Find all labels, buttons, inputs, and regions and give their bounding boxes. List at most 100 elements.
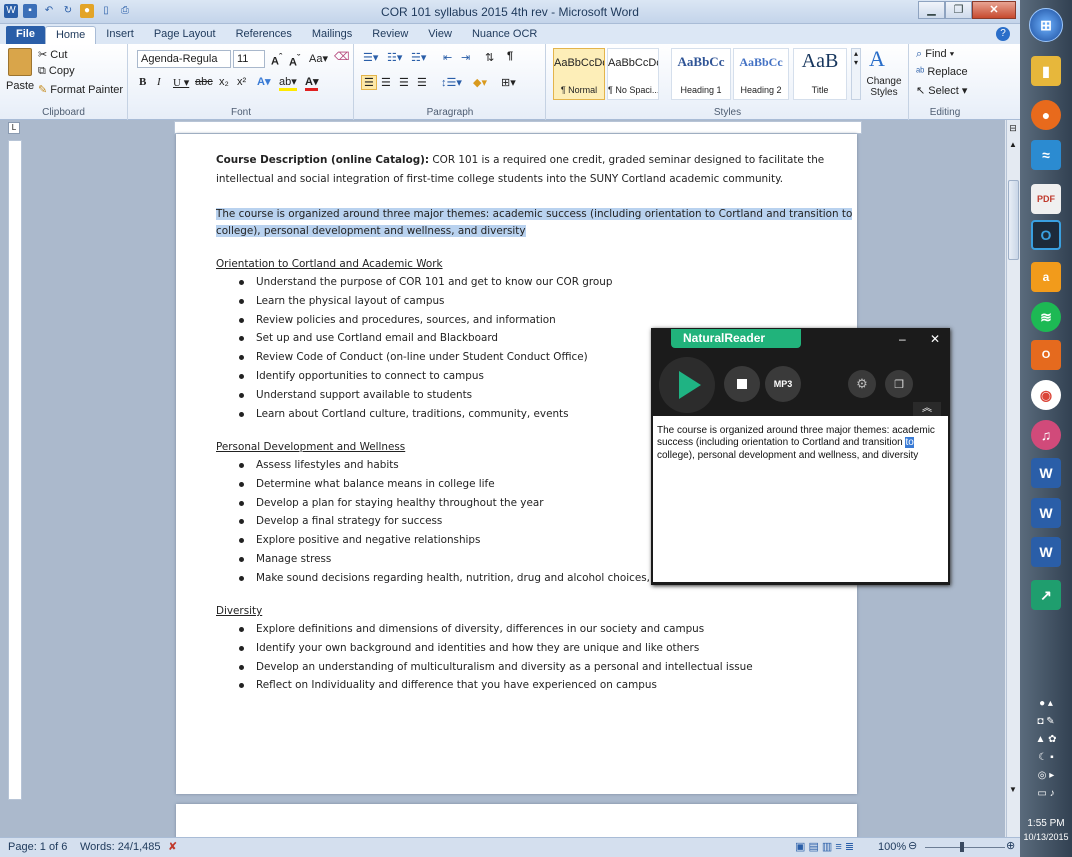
align-left-icon[interactable]: ☰: [361, 75, 377, 90]
subscript-button[interactable]: x₂: [219, 76, 229, 88]
itunes-icon[interactable]: ♫: [1031, 420, 1061, 450]
bullets-icon[interactable]: ☰▾: [363, 51, 378, 64]
numbering-icon[interactable]: ☷▾: [387, 51, 402, 64]
natural-reader-text[interactable]: The course is organized around three maj…: [653, 416, 948, 582]
borders-icon[interactable]: ⊞▾: [501, 76, 516, 89]
change-styles-button[interactable]: Change Styles: [865, 76, 903, 98]
amazon-icon[interactable]: a: [1031, 262, 1061, 292]
tab-file[interactable]: File: [6, 26, 45, 44]
stop-button[interactable]: [724, 366, 760, 402]
zoom-level[interactable]: 100%: [878, 841, 906, 853]
style-title[interactable]: AaB Title: [793, 48, 847, 100]
pdf-icon[interactable]: PDF: [1031, 184, 1061, 214]
highlight-icon[interactable]: ab▾: [279, 75, 297, 91]
clock-date[interactable]: 10/13/2015: [1020, 832, 1072, 842]
zoom-in-icon[interactable]: ⊕: [1006, 839, 1015, 852]
paste-icon[interactable]: [8, 48, 32, 76]
tab-selector-icon[interactable]: L: [8, 122, 20, 134]
minimize-icon[interactable]: –: [899, 332, 906, 346]
horizontal-ruler[interactable]: [174, 121, 862, 134]
style-heading-1[interactable]: AaBbCc Heading 1: [671, 48, 731, 100]
format-painter-button[interactable]: ✎ Format Painter: [38, 83, 123, 96]
page-count[interactable]: Page: 1 of 6: [8, 841, 67, 853]
chrome-icon[interactable]: ◉: [1031, 380, 1061, 410]
cut-button[interactable]: ✂ Cut: [38, 48, 67, 61]
settings-gear-icon[interactable]: ⚙: [848, 370, 876, 398]
tab-references[interactable]: References: [226, 26, 302, 44]
close-button[interactable]: ✕: [972, 1, 1016, 19]
superscript-button[interactable]: x²: [237, 76, 246, 88]
tab-nuance-ocr[interactable]: Nuance OCR: [462, 26, 547, 44]
select-button[interactable]: ↖ Select ▾: [916, 84, 967, 97]
change-styles-icon[interactable]: A: [869, 46, 885, 72]
zoom-out-icon[interactable]: ⊖: [908, 839, 917, 852]
italic-button[interactable]: I: [157, 76, 161, 88]
font-color-icon[interactable]: A▾: [305, 75, 319, 91]
increase-indent-icon[interactable]: ⇥: [461, 51, 470, 64]
scroll-down-icon[interactable]: ▼: [1007, 785, 1019, 797]
styles-scroll-icon[interactable]: ▴ ▾: [851, 48, 861, 100]
word-taskbar-icon-1[interactable]: W: [1031, 458, 1061, 488]
align-center-icon[interactable]: ☰: [381, 76, 391, 89]
outlook-icon[interactable]: O: [1031, 340, 1061, 370]
style-heading-2[interactable]: AaBbCc Heading 2: [733, 48, 789, 100]
text-effects-icon[interactable]: A▾: [257, 75, 270, 88]
tab-insert[interactable]: Insert: [96, 26, 144, 44]
ruler-toggle-icon[interactable]: ⊟: [1007, 123, 1019, 135]
shading-icon[interactable]: ◆▾: [473, 76, 487, 89]
bold-button[interactable]: B: [139, 76, 146, 88]
style-normal[interactable]: AaBbCcDc ¶ Normal: [553, 48, 605, 100]
file-explorer-icon[interactable]: ▮: [1031, 56, 1061, 86]
word-taskbar-icon-2[interactable]: W: [1031, 498, 1061, 528]
scrollbar-thumb[interactable]: [1008, 180, 1019, 260]
line-spacing-icon[interactable]: ↕☰▾: [441, 76, 462, 89]
firefox-icon[interactable]: ●: [1031, 100, 1061, 130]
view-buttons[interactable]: ▣ ▤ ▥ ≡ ≣: [795, 840, 854, 853]
clear-formatting-icon[interactable]: ⌫: [334, 50, 350, 63]
app-icon-o[interactable]: O: [1031, 220, 1061, 250]
change-case-button[interactable]: Aa▾: [309, 52, 328, 65]
clock-time[interactable]: 1:55 PM: [1020, 818, 1072, 829]
sort-icon[interactable]: ⇅: [485, 51, 494, 64]
proofing-icon[interactable]: ✘: [168, 840, 177, 853]
align-right-icon[interactable]: ☰: [399, 76, 409, 89]
paste-button[interactable]: Paste: [6, 80, 34, 92]
justify-icon[interactable]: ☰: [417, 76, 427, 89]
grow-font-button[interactable]: Aˆ: [271, 52, 282, 68]
minimize-button[interactable]: ▁: [918, 1, 945, 19]
spotify-icon[interactable]: ≋: [1031, 302, 1061, 332]
start-button[interactable]: ⊞: [1029, 8, 1063, 42]
collapse-chevron-icon[interactable]: ︽: [913, 402, 941, 416]
underline-button[interactable]: U ▾: [173, 76, 189, 89]
window-mode-icon[interactable]: ❐: [885, 370, 913, 398]
zoom-slider-thumb[interactable]: [960, 842, 964, 852]
strikethrough-button[interactable]: abc: [195, 76, 213, 88]
play-button[interactable]: [659, 357, 715, 413]
system-tray-icons[interactable]: ● ▴ ◘ ✎ ▲ ✿ ☾ ▪ ◎ ▸ ▭ ♪: [1026, 695, 1066, 805]
tab-home[interactable]: Home: [44, 26, 97, 44]
zoom-slider[interactable]: [925, 847, 1005, 848]
word-taskbar-icon-3[interactable]: W: [1031, 537, 1061, 567]
tab-view[interactable]: View: [418, 26, 462, 44]
font-size-box[interactable]: 11: [233, 50, 265, 68]
app-icon-wave[interactable]: ≈: [1031, 140, 1061, 170]
tab-mailings[interactable]: Mailings: [302, 26, 362, 44]
find-button[interactable]: ⌕ Find ▾: [916, 48, 954, 61]
font-name-box[interactable]: Agenda-Regula: [137, 50, 231, 68]
multilevel-list-icon[interactable]: ☵▾: [411, 51, 426, 64]
replace-button[interactable]: ᵃᵇ Replace: [916, 66, 968, 78]
shrink-font-button[interactable]: Aˇ: [289, 53, 300, 69]
vertical-ruler[interactable]: [8, 140, 22, 800]
decrease-indent-icon[interactable]: ⇤: [443, 51, 452, 64]
style-no-spacing[interactable]: AaBbCcDc ¶ No Spaci...: [607, 48, 659, 100]
tab-review[interactable]: Review: [362, 26, 418, 44]
show-formatting-icon[interactable]: ¶: [507, 50, 513, 62]
scroll-up-icon[interactable]: ▲: [1007, 140, 1019, 152]
help-icon[interactable]: ?: [996, 27, 1010, 41]
tab-page-layout[interactable]: Page Layout: [144, 26, 226, 44]
maximize-button[interactable]: ❐: [945, 1, 972, 19]
mp3-button[interactable]: MP3: [765, 366, 801, 402]
close-icon[interactable]: ✕: [930, 332, 940, 346]
natural-reader-taskbar-icon[interactable]: ↗: [1031, 580, 1061, 610]
copy-button[interactable]: ⧉ Copy: [38, 65, 75, 78]
